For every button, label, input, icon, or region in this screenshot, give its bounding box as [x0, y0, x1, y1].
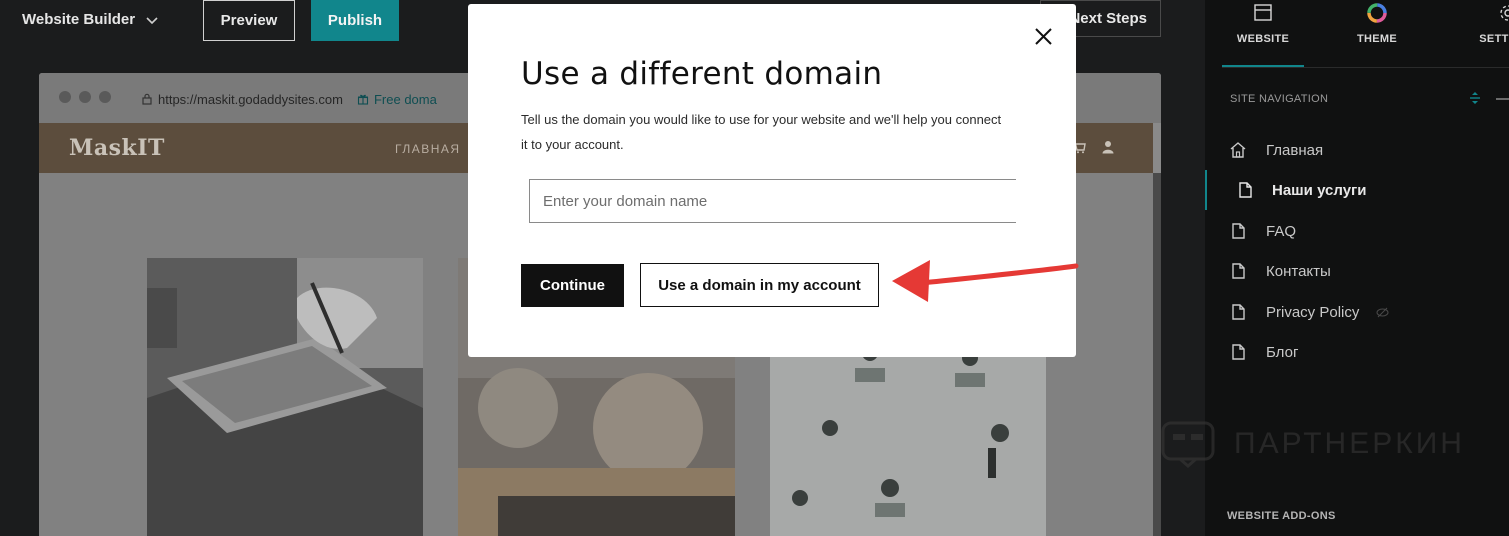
watermark-text: ПАРТНЕРКИН [1234, 427, 1465, 460]
browser-window-icon [1254, 4, 1272, 21]
continue-button[interactable]: Continue [521, 264, 624, 307]
domain-name-input[interactable] [529, 179, 1016, 223]
close-icon[interactable] [1034, 27, 1053, 46]
dialog-title: Use a different domain [521, 56, 883, 92]
sidebar-item-faq[interactable]: FAQ [1225, 211, 1509, 251]
sidebar-item-label: Наши услуги [1272, 181, 1367, 199]
site-navigation-heading: SITE NAVIGATION [1230, 93, 1329, 105]
tab-settings[interactable]: SETTINGS [1473, 0, 1509, 66]
gift-icon [357, 94, 369, 105]
publish-button[interactable]: Publish [311, 0, 399, 41]
preview-scrollbar[interactable] [1153, 173, 1161, 536]
color-wheel-icon [1367, 3, 1387, 23]
website-addons-heading: WEBSITE ADD-ONS [1227, 510, 1336, 522]
sidebar-item-label: Главная [1266, 141, 1324, 159]
sidebar-item-label: Блог [1266, 343, 1299, 361]
site-logo: MaskIT [69, 135, 165, 161]
preview-button[interactable]: Preview [203, 0, 295, 41]
window-dot-icon [99, 91, 111, 103]
window-dot-icon [59, 91, 71, 103]
tab-settings-label: SETTINGS [1479, 33, 1509, 45]
sidebar-item-blog[interactable]: Блог [1225, 332, 1509, 372]
watermark: ПАРТНЕРКИН [1160, 420, 1465, 468]
reorder-icon[interactable] [1468, 91, 1482, 105]
sidebar-item-label: FAQ [1266, 222, 1297, 240]
dialog-description: Tell us the domain you would like to use… [521, 112, 1002, 152]
chevron-down-icon [146, 16, 158, 24]
url-bar: https://maskit.godaddysites.com Free dom… [142, 88, 502, 110]
page-icon [1239, 182, 1252, 198]
page-icon [1232, 263, 1245, 279]
tab-theme-label: THEME [1357, 33, 1397, 45]
home-icon [1230, 142, 1246, 158]
page-icon [1232, 344, 1245, 360]
tab-theme[interactable]: THEME [1342, 0, 1412, 66]
free-domain-label: Free doma [373, 91, 437, 107]
lock-icon [142, 93, 152, 105]
photo-desk [147, 258, 423, 536]
sidebar-item-services[interactable]: Наши услуги [1205, 170, 1509, 210]
tab-website-label: WEBSITE [1236, 33, 1290, 45]
tabs-divider [1222, 67, 1509, 68]
watermark-logo-icon [1161, 421, 1215, 468]
tab-website[interactable]: WEBSITE [1222, 0, 1304, 67]
page-icon [1232, 304, 1245, 320]
use-domain-in-account-button[interactable]: Use a domain in my account [640, 263, 879, 307]
window-dot-icon [79, 91, 91, 103]
brand-label: Website Builder [22, 11, 136, 28]
gear-icon [1500, 5, 1509, 21]
site-nav-item-home[interactable]: ГЛАВНАЯ [395, 142, 461, 156]
website-builder-menu[interactable]: Website Builder [22, 11, 159, 28]
sidebar-item-label: Privacy Policy [1266, 303, 1360, 321]
site-url: https://maskit.godaddysites.com [158, 91, 343, 107]
free-domain-link[interactable]: Free doma [357, 92, 437, 107]
collapse-icon[interactable] [1496, 98, 1509, 100]
user-icon[interactable] [1101, 140, 1115, 154]
page-icon [1232, 223, 1245, 239]
sidebar-item-home[interactable]: Главная [1225, 130, 1509, 170]
use-different-domain-dialog: Use a different domain Tell us the domai… [468, 4, 1076, 357]
eye-off-icon [1376, 307, 1389, 317]
sidebar-item-label: Контакты [1266, 262, 1331, 280]
sidebar-item-privacy-policy[interactable]: Privacy Policy [1225, 292, 1509, 332]
sidebar-item-contacts[interactable]: Контакты [1225, 251, 1509, 291]
